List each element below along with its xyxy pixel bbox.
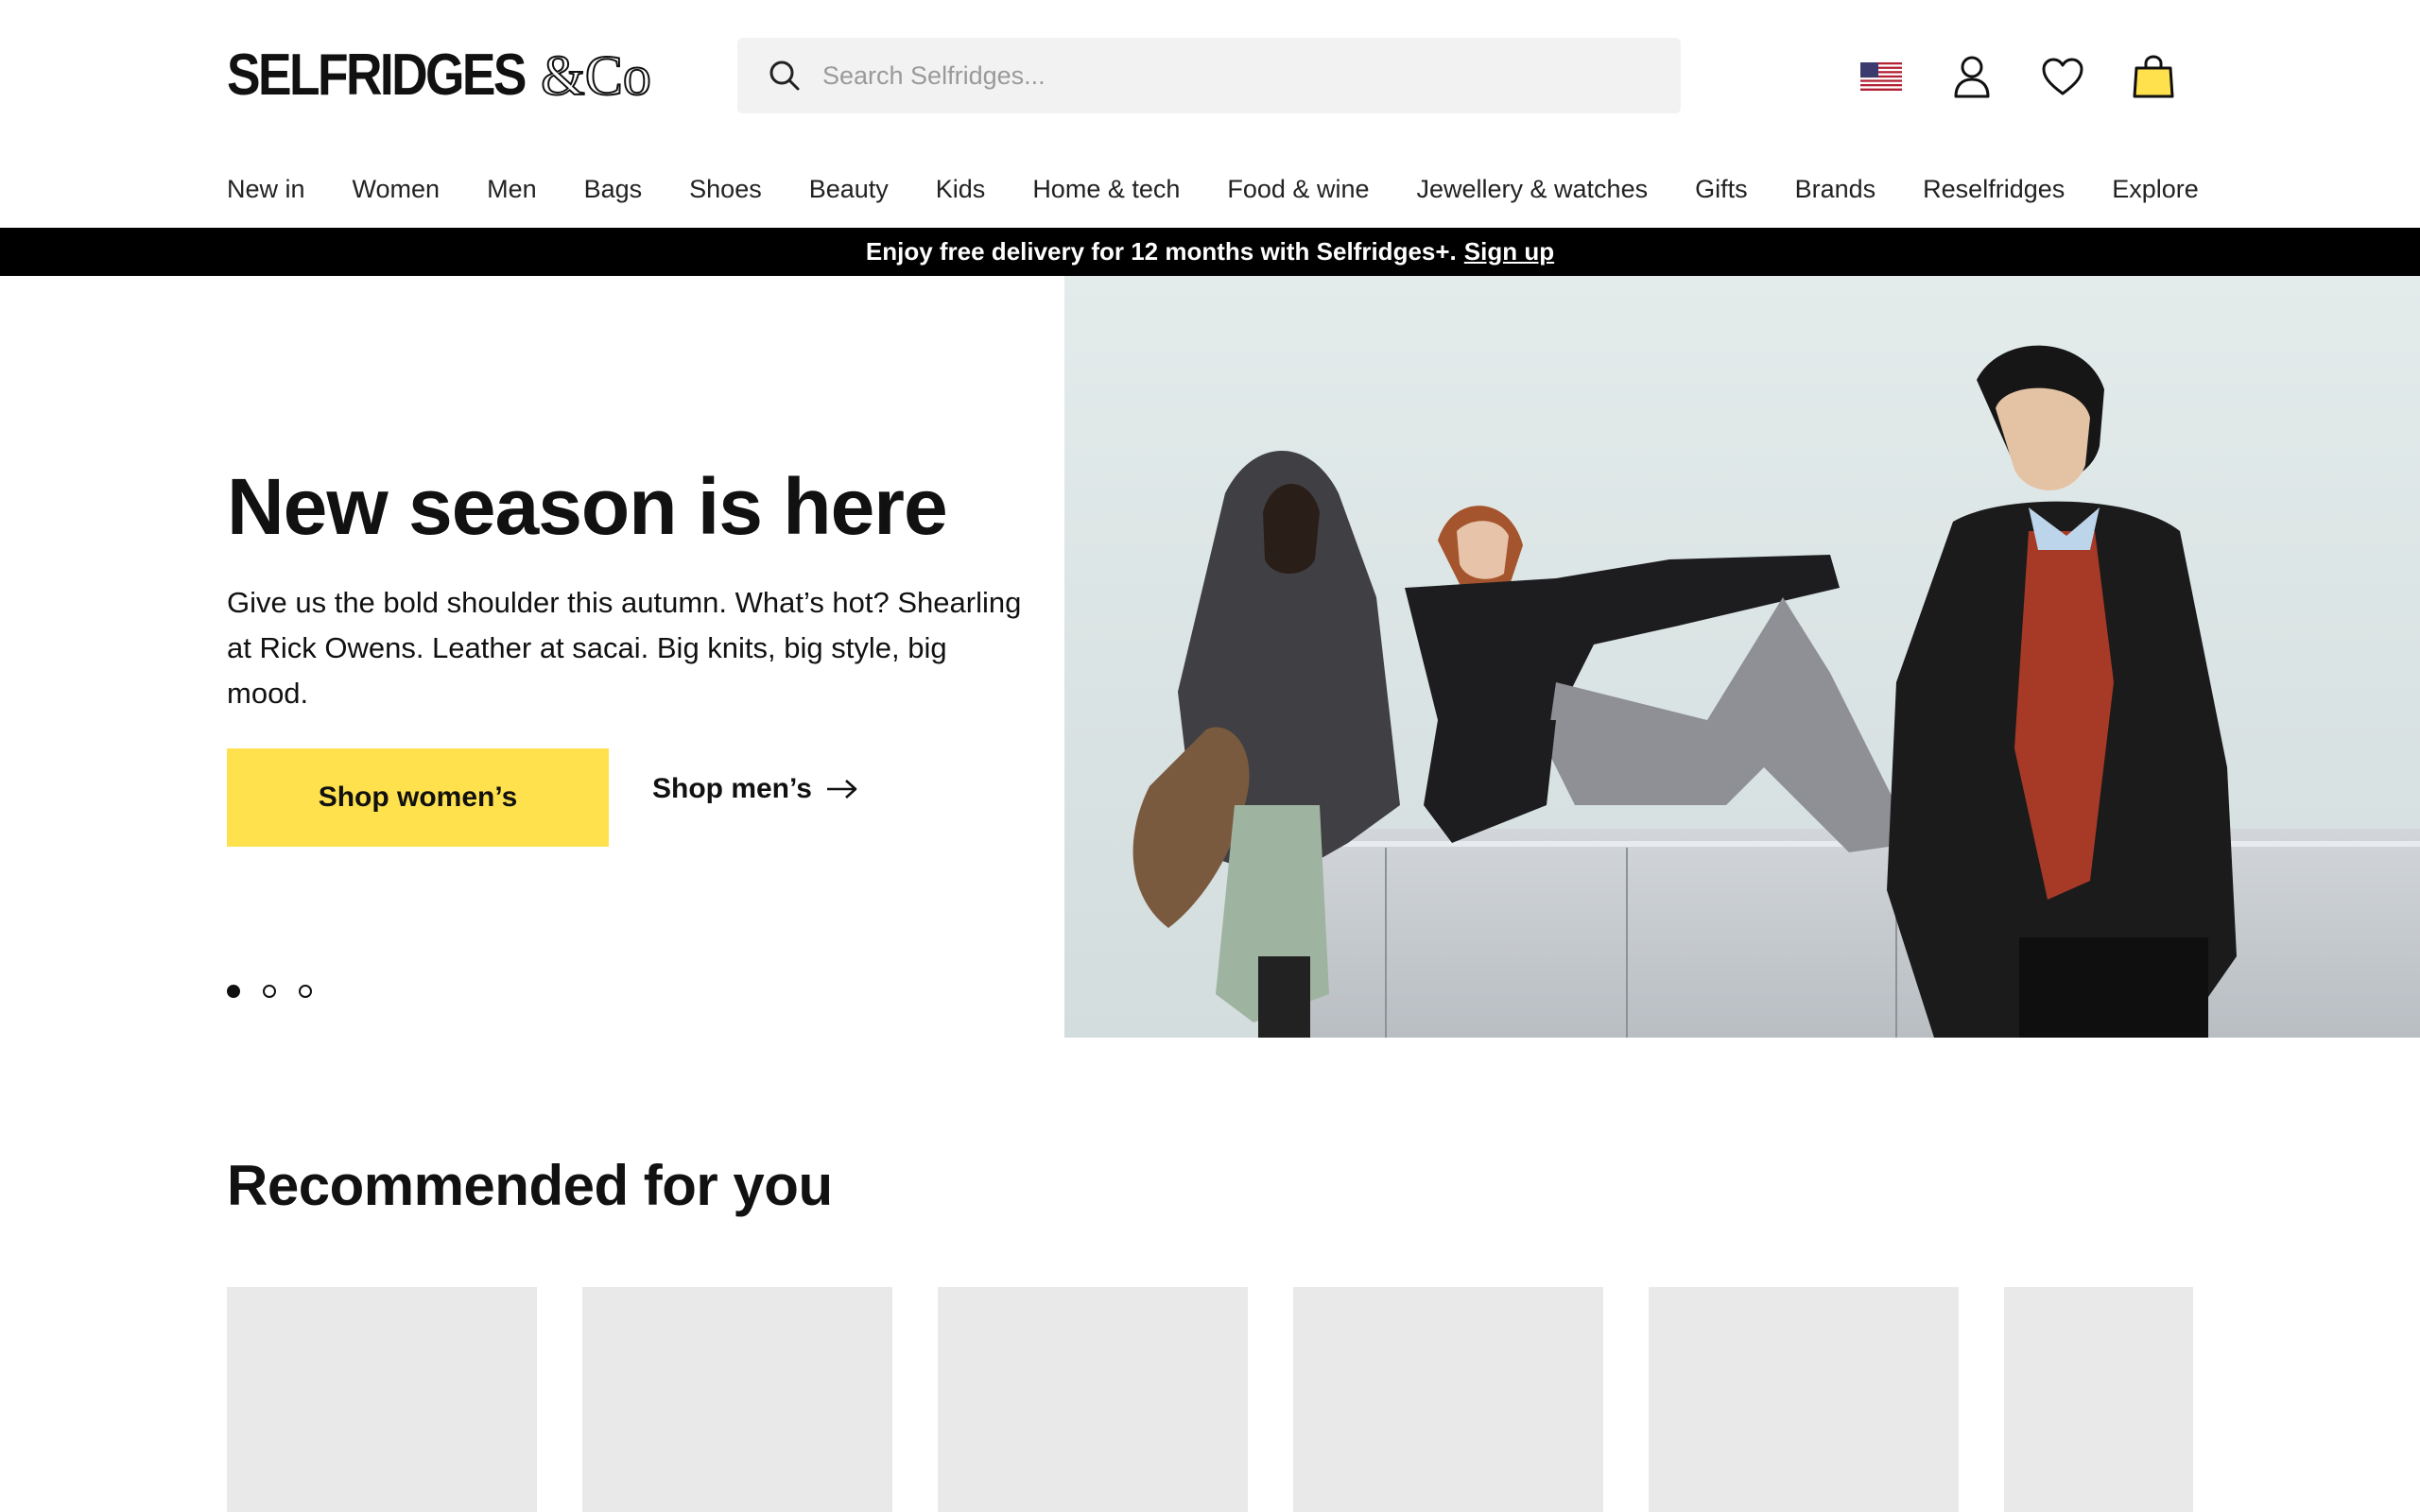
main-navigation: New in Women Men Bags Shoes Beauty Kids … bbox=[227, 168, 2199, 210]
hero-description: Give us the bold shoulder this autumn. W… bbox=[227, 586, 1022, 710]
hero-carousel: New season is here Give us the bold shou… bbox=[0, 276, 2420, 1038]
product-card-placeholder[interactable] bbox=[582, 1287, 892, 1512]
recommended-section-title: Recommended for you bbox=[227, 1154, 833, 1217]
hero-title: New season is here bbox=[227, 462, 948, 551]
shop-womens-button[interactable]: Shop women’s bbox=[227, 748, 609, 847]
product-card-placeholder[interactable] bbox=[1649, 1287, 1959, 1512]
nav-item-jewellery-watches[interactable]: Jewellery & watches bbox=[1416, 168, 1648, 210]
nav-item-women[interactable]: Women bbox=[353, 168, 441, 210]
nav-item-gifts[interactable]: Gifts bbox=[1695, 168, 1748, 210]
recommended-products-carousel bbox=[227, 1287, 2193, 1512]
promo-text: Enjoy free delivery for 12 months with S… bbox=[865, 237, 1457, 266]
carousel-dot-1[interactable] bbox=[227, 985, 240, 998]
shop-mens-link[interactable]: Shop men’s bbox=[652, 773, 859, 805]
nav-item-bags[interactable]: Bags bbox=[584, 168, 643, 210]
nav-item-men[interactable]: Men bbox=[487, 168, 537, 210]
nav-item-kids[interactable]: Kids bbox=[936, 168, 986, 210]
product-card-placeholder[interactable] bbox=[2004, 1287, 2193, 1512]
hero-campaign-image bbox=[1064, 276, 2420, 1038]
search-bar[interactable] bbox=[737, 38, 1681, 113]
product-card-placeholder[interactable] bbox=[1293, 1287, 1603, 1512]
carousel-dots bbox=[227, 985, 312, 998]
product-card-placeholder[interactable] bbox=[227, 1287, 537, 1512]
product-card-placeholder[interactable] bbox=[938, 1287, 1248, 1512]
nav-item-food-wine[interactable]: Food & wine bbox=[1227, 168, 1369, 210]
search-icon[interactable] bbox=[766, 57, 804, 94]
nav-item-new-in[interactable]: New in bbox=[227, 168, 305, 210]
arrow-right-icon bbox=[826, 780, 857, 799]
nav-item-explore[interactable]: Explore bbox=[2112, 168, 2199, 210]
carousel-dot-3[interactable] bbox=[299, 985, 312, 998]
nav-item-reselfridges[interactable]: Reselfridges bbox=[1923, 168, 2065, 210]
nav-item-beauty[interactable]: Beauty bbox=[809, 168, 889, 210]
header-icons bbox=[1853, 47, 2182, 106]
sign-up-link[interactable]: Sign up bbox=[1464, 237, 1554, 266]
promo-banner: Enjoy free delivery for 12 months with S… bbox=[0, 228, 2420, 276]
logo-suffix: &Co bbox=[540, 43, 652, 108]
us-flag-icon[interactable] bbox=[1853, 48, 1910, 105]
shop-mens-label: Shop men’s bbox=[652, 773, 812, 804]
nav-item-shoes[interactable]: Shoes bbox=[689, 168, 762, 210]
wishlist-heart-icon[interactable] bbox=[2034, 48, 2091, 105]
carousel-dot-2[interactable] bbox=[263, 985, 276, 998]
selfridges-logo[interactable]: SELFRIDGES &Co bbox=[227, 43, 652, 109]
logo-wordmark: SELFRIDGES bbox=[227, 43, 527, 108]
search-input[interactable] bbox=[821, 60, 1656, 92]
nav-item-home-tech[interactable]: Home & tech bbox=[1032, 168, 1180, 210]
account-icon[interactable] bbox=[1944, 48, 2000, 105]
shopping-bag-icon[interactable] bbox=[2125, 48, 2182, 105]
nav-item-brands[interactable]: Brands bbox=[1795, 168, 1876, 210]
site-header: SELFRIDGES &Co Search Selfridges... New … bbox=[0, 0, 2420, 227]
